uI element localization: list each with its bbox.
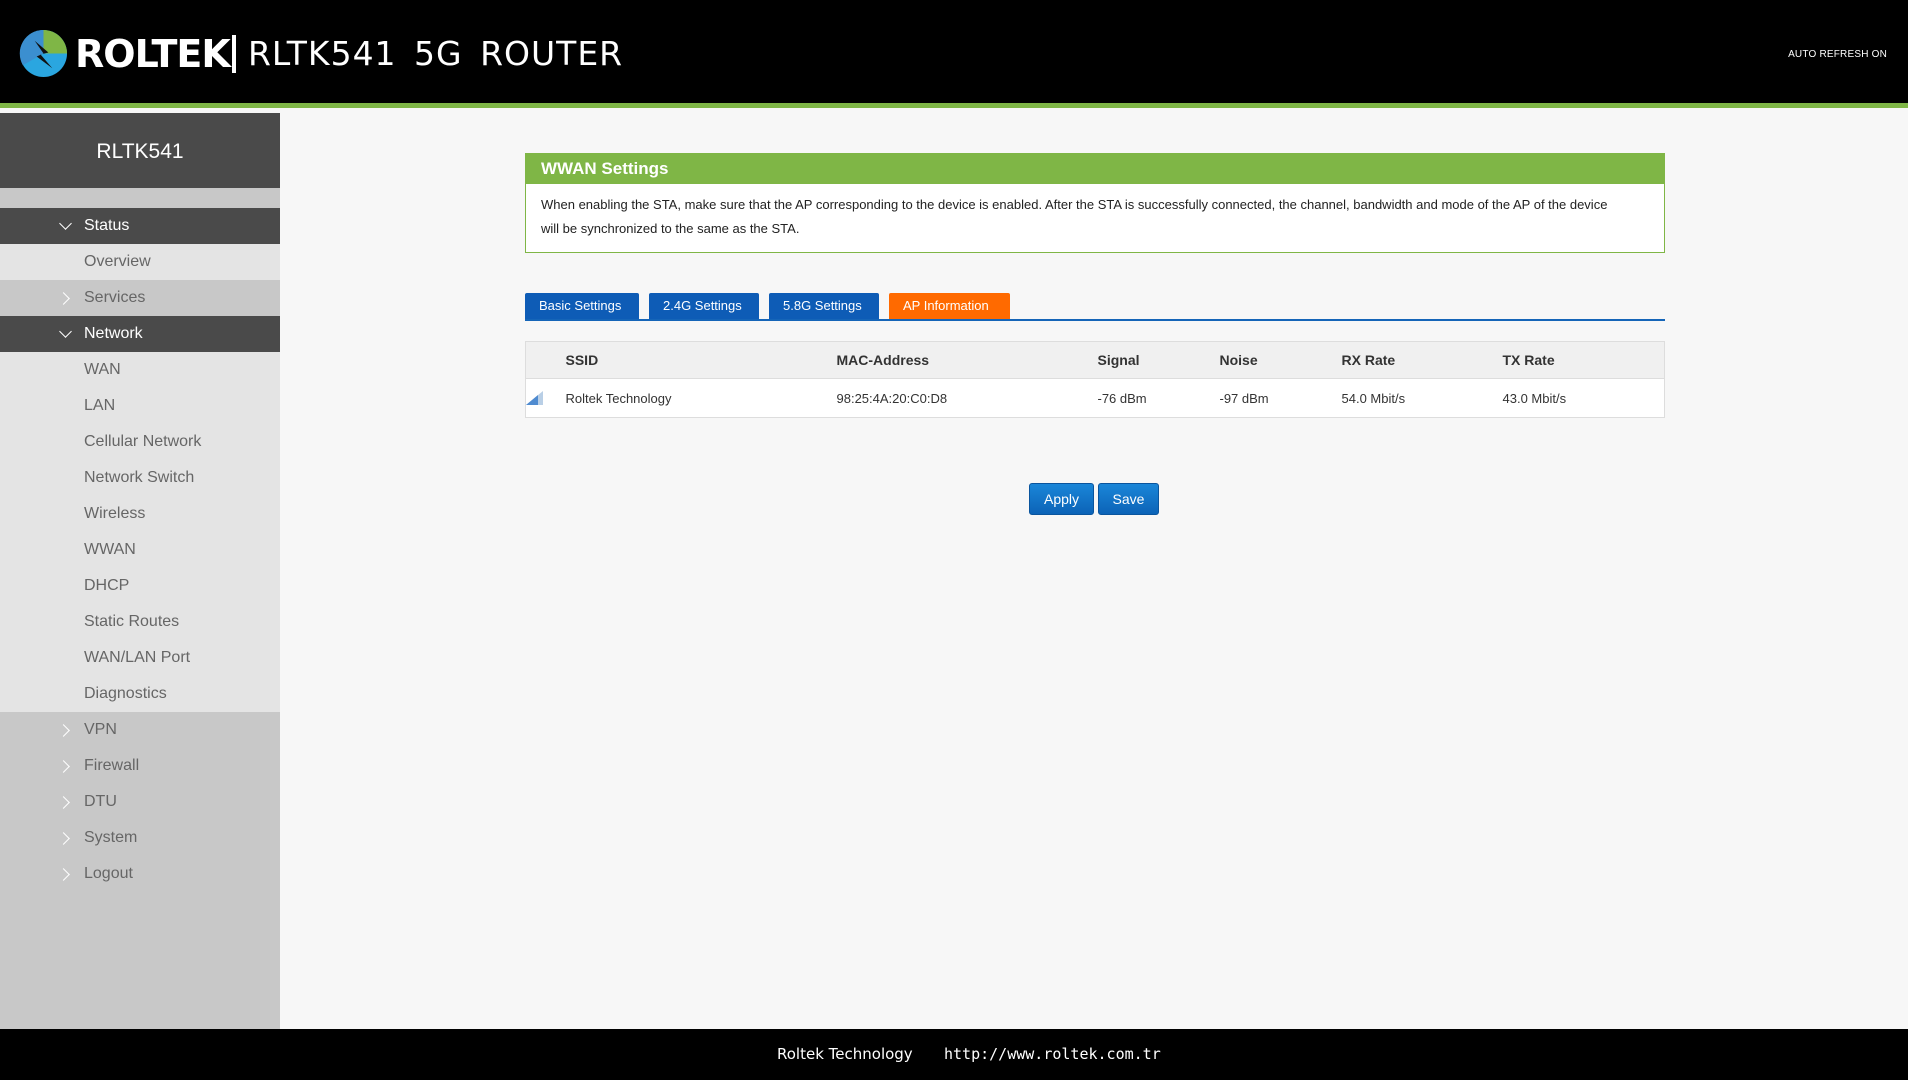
tab-ap-information[interactable]: AP Information	[889, 293, 1010, 319]
ap-tx-rate: 43.0 Mbit/s	[1502, 378, 1665, 418]
table-header-icon	[525, 341, 566, 379]
chevron-right-icon	[59, 784, 73, 820]
sidebar-item-label: Overview	[84, 253, 151, 270]
table-header-row: SSID MAC-Address Signal Noise RX Rate TX…	[525, 341, 1665, 379]
product-title: RLTK541 5G ROUTER	[248, 34, 624, 73]
chevron-down-icon	[59, 316, 73, 352]
panel-description: When enabling the STA, make sure that th…	[526, 184, 1664, 241]
sidebar-item-firewall[interactable]: Firewall	[0, 748, 280, 784]
footer: Roltek Technology http://www.roltek.com.…	[0, 1029, 1908, 1080]
ap-mac-address: 98:25:4A:20:C0:D8	[836, 378, 1098, 418]
sidebar-item-label: Diagnostics	[84, 685, 167, 702]
table-header-rx-rate: RX Rate	[1341, 341, 1503, 379]
sidebar-item-label: Firewall	[84, 757, 140, 774]
sidebar-device-title: RLTK541	[0, 113, 280, 188]
chevron-right-icon	[59, 712, 73, 748]
sidebar-item-label: Static Routes	[84, 613, 180, 630]
sidebar-item-logout[interactable]: Logout	[0, 856, 280, 892]
signal-strength-icon	[526, 391, 543, 405]
tab-5-8g-settings[interactable]: 5.8G Settings	[769, 293, 879, 319]
table-header-ssid: SSID	[565, 341, 837, 379]
wwan-settings-panel: WWAN Settings When enabling the STA, mak…	[525, 153, 1665, 253]
sidebar-item-network[interactable]: Network	[0, 316, 280, 352]
table-header-mac: MAC-Address	[836, 341, 1098, 379]
sidebar-item-label: Network	[84, 325, 143, 342]
ap-rx-rate: 54.0 Mbit/s	[1341, 378, 1503, 418]
ap-ssid: Roltek Technology	[565, 378, 837, 418]
chevron-right-icon	[59, 748, 73, 784]
signal-icon-cell	[525, 378, 566, 418]
sidebar-item-label: WWAN	[84, 541, 136, 558]
sidebar-item-wwan[interactable]: WWAN	[0, 532, 280, 568]
table-header-tx-rate: TX Rate	[1502, 341, 1665, 379]
sidebar-item-label: Logout	[84, 865, 133, 882]
roltek-logo-icon	[19, 29, 68, 78]
sidebar-item-static-routes[interactable]: Static Routes	[0, 604, 280, 640]
sidebar-item-label: System	[84, 829, 138, 846]
chevron-right-icon	[59, 856, 73, 892]
sidebar-item-label: LAN	[84, 397, 116, 414]
auto-refresh-toggle[interactable]: AUTO REFRESH ON	[1788, 49, 1887, 60]
ap-signal: -76 dBm	[1097, 378, 1220, 418]
sidebar-item-label: Services	[84, 289, 146, 306]
sidebar-item-network-switch[interactable]: Network Switch	[0, 460, 280, 496]
sidebar-item-wan[interactable]: WAN	[0, 352, 280, 388]
tab-2-4g-settings[interactable]: 2.4G Settings	[649, 293, 759, 319]
sidebar-item-label: Status	[84, 217, 130, 234]
ap-noise: -97 dBm	[1219, 378, 1342, 418]
apply-button[interactable]: Apply	[1029, 483, 1094, 515]
chevron-right-icon	[59, 820, 73, 856]
sidebar-item-dhcp[interactable]: DHCP	[0, 568, 280, 604]
chevron-right-icon	[59, 280, 73, 316]
sidebar-item-wan-lan-port[interactable]: WAN/LAN Port	[0, 640, 280, 676]
sidebar-item-label: VPN	[84, 721, 117, 738]
sidebar-item-label: Network Switch	[84, 469, 195, 486]
title-separator	[232, 35, 236, 73]
sidebar-item-label: WAN	[84, 361, 121, 378]
sidebar-item-dtu[interactable]: DTU	[0, 784, 280, 820]
top-header: ROLTEK RLTK541 5G ROUTER AUTO REFRESH ON	[0, 0, 1908, 108]
sidebar-item-label: Wireless	[84, 505, 146, 522]
chevron-down-icon	[59, 208, 73, 244]
table-row[interactable]: Roltek Technology 98:25:4A:20:C0:D8 -76 …	[525, 378, 1665, 418]
sidebar-item-status[interactable]: Status	[0, 208, 280, 244]
brand-name: ROLTEK	[75, 32, 231, 76]
app-root: ROLTEK RLTK541 5G ROUTER AUTO REFRESH ON…	[0, 0, 1908, 1080]
sidebar-item-diagnostics[interactable]: Diagnostics	[0, 676, 280, 712]
sidebar: RLTK541 Status Overview Services Network…	[0, 113, 280, 1029]
sidebar-item-label: WAN/LAN Port	[84, 649, 191, 666]
table-header-signal: Signal	[1097, 341, 1220, 379]
tab-basic-settings[interactable]: Basic Settings	[525, 293, 639, 319]
save-button[interactable]: Save	[1098, 483, 1159, 515]
panel-title: WWAN Settings	[526, 154, 1664, 184]
description-line: When enabling the STA, make sure that th…	[541, 197, 1608, 212]
sidebar-item-wireless[interactable]: Wireless	[0, 496, 280, 532]
sidebar-spacer	[0, 188, 280, 208]
sidebar-item-label: Cellular Network	[84, 433, 202, 450]
sidebar-item-label: DTU	[84, 793, 117, 810]
sidebar-item-cellular-network[interactable]: Cellular Network	[0, 424, 280, 460]
description-line: will be synchronized to the same as the …	[541, 221, 800, 236]
sidebar-item-overview[interactable]: Overview	[0, 244, 280, 280]
footer-company: Roltek Technology	[777, 1045, 913, 1063]
sidebar-item-vpn[interactable]: VPN	[0, 712, 280, 748]
settings-tabs: Basic Settings 2.4G Settings 5.8G Settin…	[525, 293, 1665, 321]
ap-information-table: SSID MAC-Address Signal Noise RX Rate TX…	[525, 341, 1665, 418]
table-header-noise: Noise	[1219, 341, 1342, 379]
sidebar-item-services[interactable]: Services	[0, 280, 280, 316]
footer-url-link[interactable]: http://www.roltek.com.tr	[944, 1029, 1161, 1079]
main-content: WWAN Settings When enabling the STA, mak…	[280, 113, 1908, 1029]
sidebar-item-lan[interactable]: LAN	[0, 388, 280, 424]
sidebar-item-system[interactable]: System	[0, 820, 280, 856]
sidebar-item-label: DHCP	[84, 577, 130, 594]
